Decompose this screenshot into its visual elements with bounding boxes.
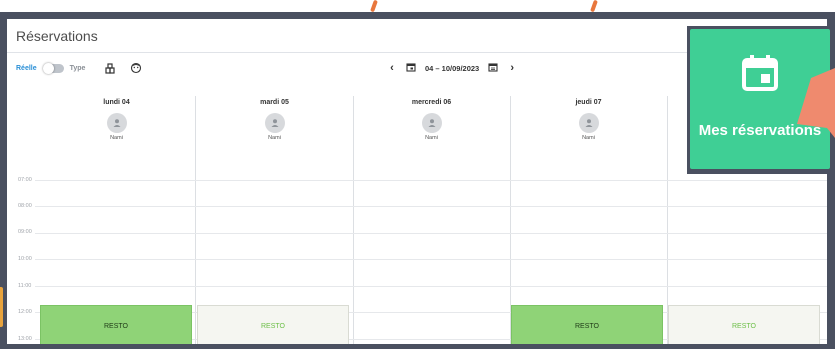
- time-label: 08:00: [18, 203, 32, 209]
- blocks-icon[interactable]: [103, 61, 117, 75]
- event-label: RESTO: [261, 322, 285, 330]
- hour-line: [35, 206, 827, 207]
- time-label: 09:00: [18, 229, 32, 235]
- event-label: RESTO: [575, 322, 599, 330]
- next-week-button[interactable]: ›: [507, 62, 517, 74]
- person-name: Nami: [425, 135, 438, 141]
- pointer-arrow-icon: [797, 68, 835, 138]
- day-label: mercredi 06: [411, 99, 452, 106]
- avatar: [264, 113, 285, 133]
- date-range: 04 – 10/09/2023: [425, 63, 480, 73]
- event-label: RESTO: [732, 322, 756, 330]
- reelle-type-toggle[interactable]: [42, 62, 64, 74]
- event-label: RESTO: [104, 322, 128, 330]
- calendar-icon: [740, 53, 780, 98]
- page-title: Réservations: [16, 27, 98, 44]
- avatar: [106, 113, 127, 133]
- hour-line: [35, 233, 827, 234]
- day-column-header: mardi 05 Nami: [196, 96, 353, 176]
- reservation-slot[interactable]: RESTO: [668, 305, 820, 344]
- person-name: Nami: [268, 135, 281, 141]
- time-label: 13:00: [18, 336, 32, 342]
- avatar: [421, 113, 442, 133]
- reservation-slot[interactable]: RESTO: [197, 305, 349, 344]
- person-name: Nami: [582, 135, 595, 141]
- time-label: 11:00: [18, 283, 32, 289]
- day-column-header: jeudi 07 Nami: [510, 96, 667, 176]
- day-label: lundi 04: [103, 99, 130, 106]
- decorative-stroke: [590, 0, 598, 13]
- reservation-event[interactable]: RESTO: [40, 305, 192, 344]
- time-label: 10:00: [18, 256, 32, 262]
- hour-line: [35, 259, 827, 260]
- person-name: Nami: [110, 135, 123, 141]
- decorative-mark: [0, 287, 3, 327]
- face-icon[interactable]: [129, 61, 143, 75]
- toggle-knob: [42, 62, 54, 74]
- reservation-event[interactable]: RESTO: [511, 305, 663, 344]
- calendar-picker-icon[interactable]: [488, 59, 498, 77]
- day-column-header: mercredi 06 Nami: [353, 96, 510, 176]
- time-label: 12:00: [18, 309, 32, 315]
- reelle-label: Réelle: [16, 64, 37, 72]
- avatar: [578, 113, 599, 133]
- time-label: 07:00: [18, 177, 32, 183]
- type-label: Type: [69, 64, 86, 72]
- calendar-icon[interactable]: [406, 59, 416, 77]
- decorative-stroke: [370, 0, 378, 13]
- day-label: jeudi 07: [575, 99, 602, 106]
- hour-line: [35, 286, 827, 287]
- day-column-header: lundi 04 Nami: [38, 96, 195, 176]
- previous-week-button[interactable]: ‹: [387, 62, 397, 74]
- date-navigation: ‹ 04 – 10/09/2023 ›: [387, 54, 517, 82]
- day-label: mardi 05: [260, 99, 289, 106]
- hour-line: [35, 180, 827, 181]
